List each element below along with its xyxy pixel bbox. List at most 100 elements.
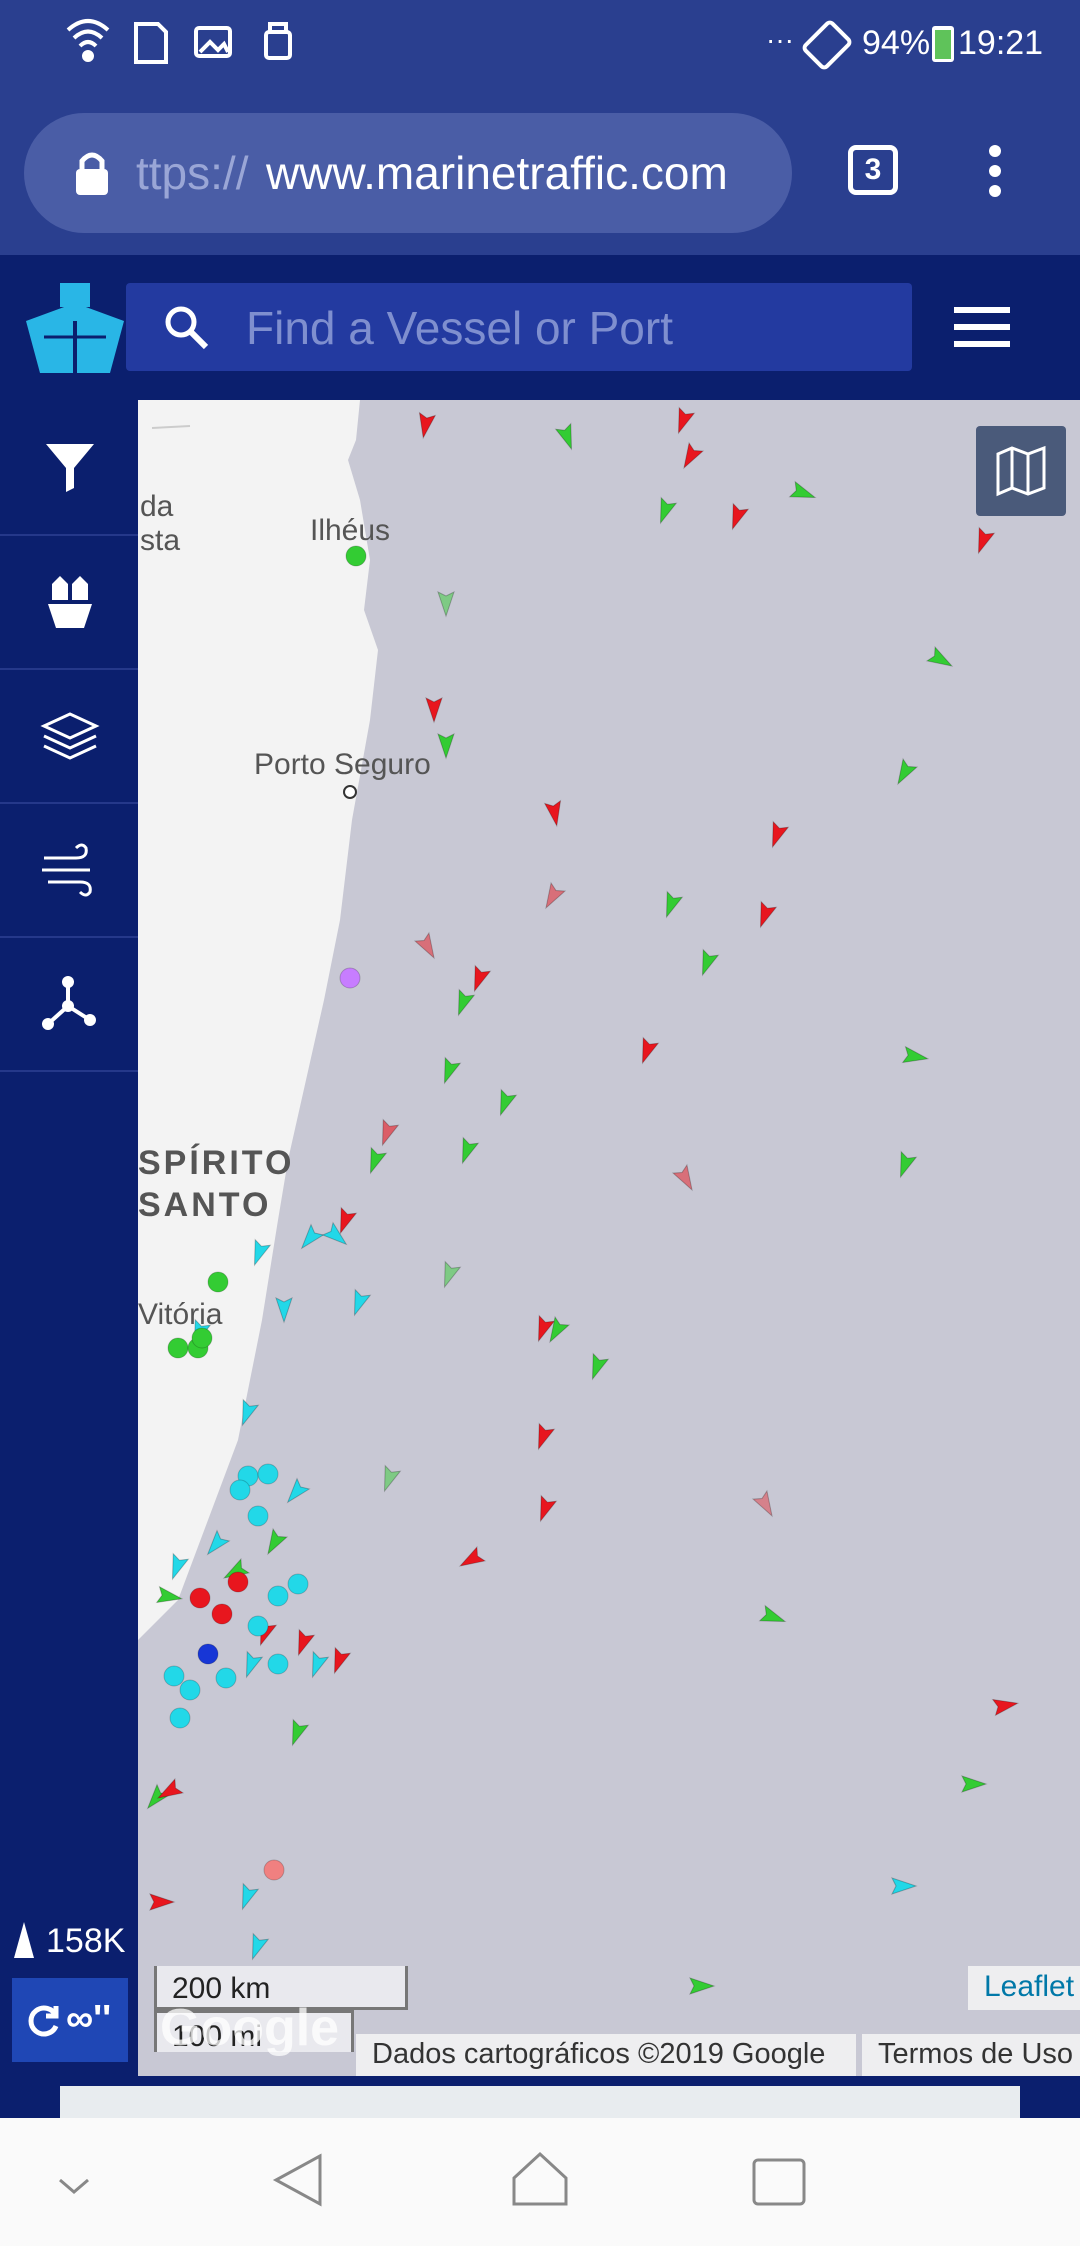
vessel-marker[interactable] [456, 1545, 487, 1573]
port-or-stopped-vessel-marker[interactable] [215, 1667, 237, 1689]
vessel-marker[interactable] [467, 964, 492, 994]
port-marker-porto-seguro[interactable] [343, 785, 357, 799]
vessel-marker[interactable] [377, 1464, 402, 1494]
terms-link[interactable]: Termos de Uso [878, 2038, 1073, 2071]
leaflet-link[interactable]: Leaflet [984, 1970, 1074, 2004]
vessel-marker[interactable] [554, 422, 579, 452]
weather-button[interactable] [0, 802, 138, 938]
vessel-search-box[interactable]: Find a Vessel or Port [126, 283, 912, 371]
hamburger-menu-button[interactable] [954, 307, 1014, 349]
port-or-stopped-vessel-marker[interactable] [229, 1479, 251, 1501]
port-or-stopped-vessel-marker[interactable] [163, 1665, 185, 1687]
vessel-marker[interactable] [659, 890, 684, 920]
port-or-stopped-vessel-marker[interactable] [345, 545, 367, 567]
vessel-marker[interactable] [653, 496, 678, 526]
vessel-marker[interactable] [925, 645, 956, 673]
vessel-marker[interactable] [751, 1489, 779, 1520]
network-button[interactable] [0, 936, 138, 1072]
vessel-marker[interactable] [305, 1650, 330, 1680]
vessel-marker[interactable] [695, 948, 720, 978]
vessel-marker[interactable] [543, 799, 565, 828]
vessel-marker[interactable] [539, 881, 567, 912]
vessel-marker[interactable] [291, 1628, 316, 1658]
hide-keyboard-icon[interactable] [59, 2178, 89, 2194]
vessel-marker[interactable] [901, 1045, 930, 1067]
port-or-stopped-vessel-marker[interactable] [211, 1603, 233, 1625]
port-or-stopped-vessel-marker[interactable] [169, 1707, 191, 1729]
vessel-marker[interactable] [451, 988, 476, 1018]
vessel-marker[interactable] [437, 1260, 462, 1290]
vessel-map[interactable]: da sta Ilhéus Porto Seguro SPÍRITO SANTO… [138, 400, 1080, 2076]
vessel-marker[interactable] [971, 526, 996, 556]
vessel-marker[interactable] [893, 1150, 918, 1180]
vessel-marker[interactable] [437, 1056, 462, 1086]
vessel-marker[interactable] [677, 441, 705, 472]
vessel-marker[interactable] [149, 1893, 176, 1911]
port-or-stopped-vessel-marker[interactable] [267, 1585, 289, 1607]
vessel-marker[interactable] [275, 1297, 293, 1324]
vessel-marker[interactable] [689, 1977, 716, 1995]
vessel-marker[interactable] [415, 411, 437, 440]
tab-switcher-button[interactable]: 3 [848, 145, 898, 195]
port-or-stopped-vessel-marker[interactable] [339, 967, 361, 989]
port-or-stopped-vessel-marker[interactable] [197, 1643, 219, 1665]
vessel-marker[interactable] [425, 697, 443, 724]
my-fleets-button[interactable] [0, 534, 138, 670]
vessel-marker[interactable] [991, 1695, 1020, 1717]
vessel-marker[interactable] [437, 591, 455, 618]
vessel-marker[interactable] [533, 1494, 558, 1524]
port-or-stopped-vessel-marker[interactable] [207, 1271, 229, 1293]
recents-icon[interactable] [752, 2158, 806, 2206]
browser-menu-button[interactable] [980, 141, 1010, 201]
vessel-marker[interactable] [235, 1882, 260, 1912]
port-or-stopped-vessel-marker[interactable] [179, 1679, 201, 1701]
vessel-marker[interactable] [202, 1529, 231, 1560]
map-canvas[interactable] [138, 400, 1080, 2076]
vessel-marker[interactable] [321, 1221, 352, 1251]
vessel-marker[interactable] [961, 1775, 988, 1793]
vessel-marker[interactable] [261, 1527, 289, 1558]
port-or-stopped-vessel-marker[interactable] [267, 1653, 289, 1675]
vessel-marker[interactable] [239, 1650, 264, 1680]
auto-refresh-button[interactable]: ∞'' [12, 1978, 128, 2062]
port-or-stopped-vessel-marker[interactable] [247, 1615, 269, 1637]
port-or-stopped-vessel-marker[interactable] [247, 1505, 269, 1527]
port-or-stopped-vessel-marker[interactable] [227, 1571, 249, 1593]
vessel-marker[interactable] [375, 1118, 400, 1148]
port-or-stopped-vessel-marker[interactable] [257, 1463, 279, 1485]
vessel-marker[interactable] [455, 1136, 480, 1166]
vessel-marker[interactable] [765, 820, 790, 850]
vessel-marker[interactable] [635, 1036, 660, 1066]
port-or-stopped-vessel-marker[interactable] [263, 1859, 285, 1881]
address-bar[interactable]: ttps:// www.marinetraffic.com [24, 113, 792, 233]
vessel-marker[interactable] [493, 1088, 518, 1118]
vessel-marker[interactable] [142, 1783, 171, 1814]
vessel-marker[interactable] [285, 1718, 310, 1748]
layers-button[interactable] [0, 668, 138, 804]
vessel-marker[interactable] [891, 1877, 918, 1895]
vessel-marker[interactable] [347, 1288, 372, 1318]
vessel-marker[interactable] [245, 1932, 270, 1962]
vessel-marker[interactable] [543, 1315, 571, 1346]
vessel-marker[interactable] [671, 1163, 699, 1194]
vessel-marker[interactable] [671, 406, 696, 436]
vessel-marker[interactable] [437, 733, 455, 760]
vessel-marker[interactable] [531, 1422, 556, 1452]
port-or-stopped-vessel-marker[interactable] [167, 1337, 189, 1359]
vessel-marker[interactable] [725, 502, 750, 532]
marinetraffic-logo[interactable] [20, 277, 130, 387]
vessel-marker[interactable] [363, 1146, 388, 1176]
vessel-marker[interactable] [891, 757, 919, 788]
port-or-stopped-vessel-marker[interactable] [189, 1587, 211, 1609]
home-icon[interactable] [512, 2151, 568, 2206]
back-icon[interactable] [272, 2153, 322, 2207]
vessel-marker[interactable] [327, 1646, 352, 1676]
port-or-stopped-vessel-marker[interactable] [287, 1573, 309, 1595]
filters-button[interactable] [0, 400, 138, 536]
vessel-marker[interactable] [788, 480, 818, 505]
vessel-marker[interactable] [758, 1604, 788, 1629]
vessel-marker[interactable] [282, 1477, 311, 1508]
ad-banner[interactable] [60, 2086, 1020, 2118]
vessel-marker[interactable] [413, 931, 441, 962]
vessel-marker[interactable] [296, 1223, 325, 1254]
